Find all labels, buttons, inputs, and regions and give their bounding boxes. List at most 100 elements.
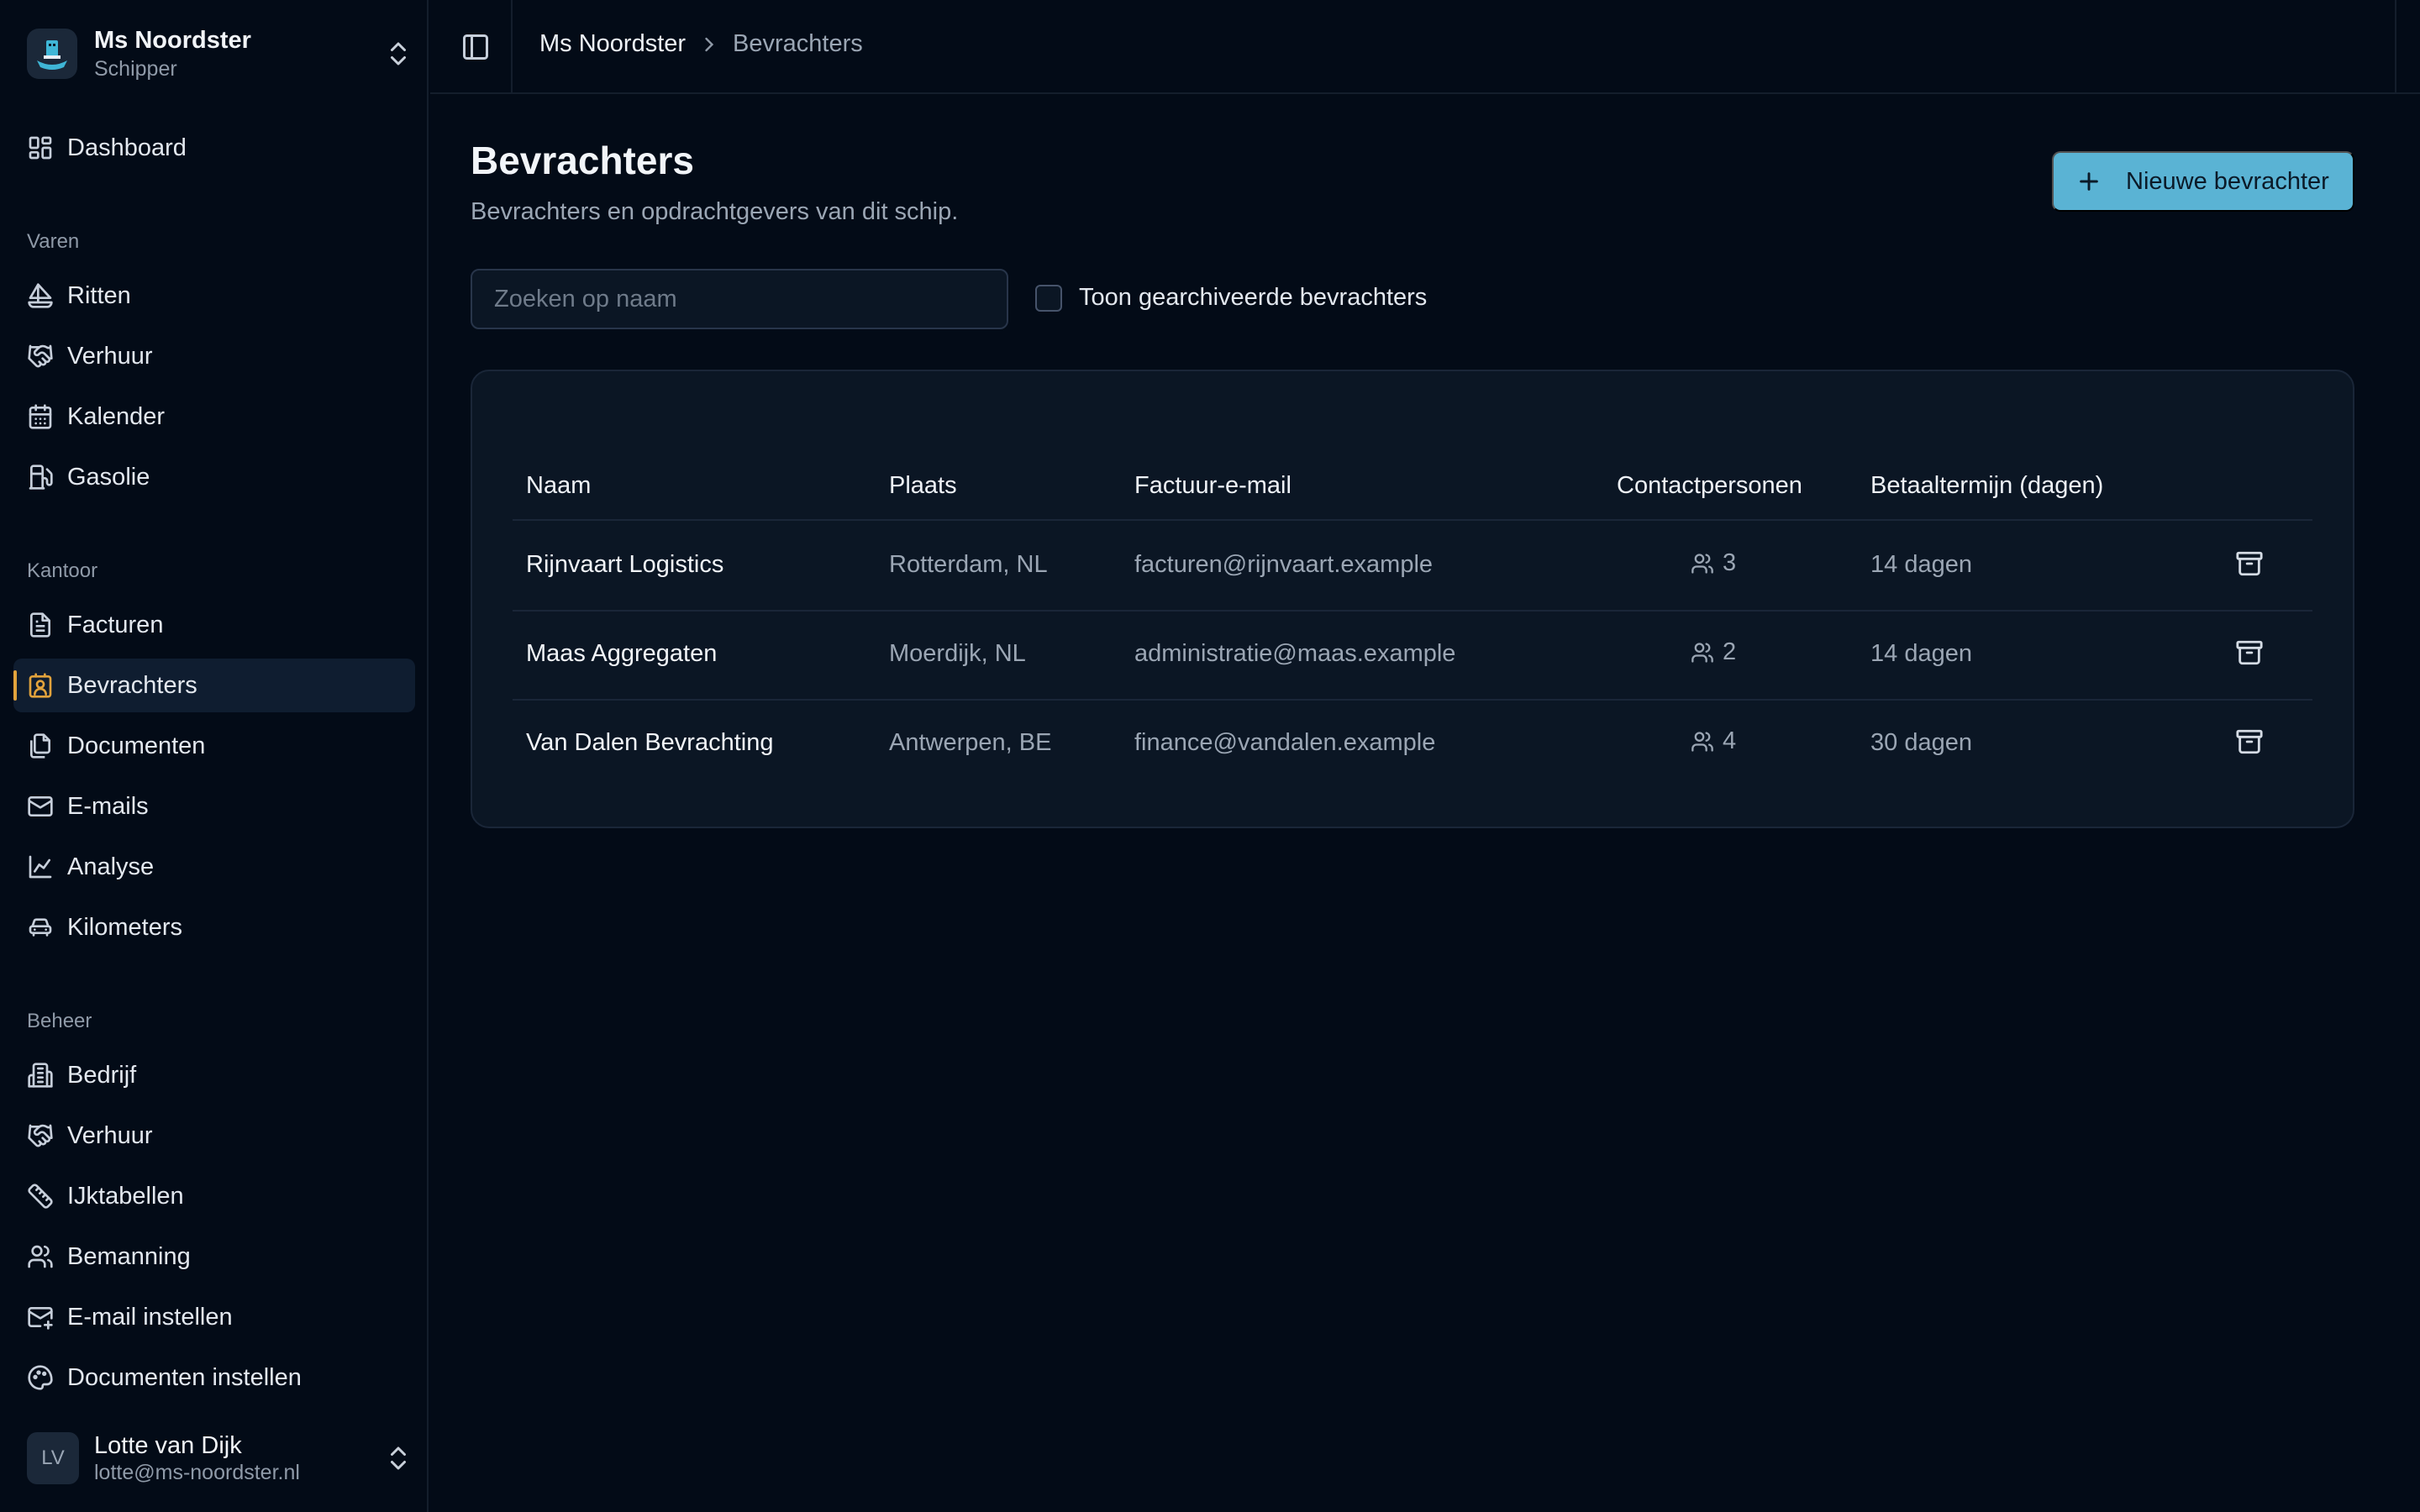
nav-item-ijktabellen[interactable]: IJktabellen [13, 1169, 415, 1223]
chart-line-icon [27, 853, 54, 880]
contact-icon [27, 672, 54, 699]
users-icon [1691, 641, 1714, 664]
divider [2395, 0, 2396, 94]
calendar-icon [27, 403, 54, 430]
row-term: 30 dagen [1870, 729, 1972, 756]
show-archived-label: Toon gearchiveerde bevrachters [1079, 284, 1428, 311]
row-term: 14 dagen [1870, 640, 1972, 667]
page-subtitle: Bevrachters en opdrachtgevers van dit sc… [471, 198, 959, 225]
nav-label: E-mail instellen [67, 1303, 233, 1331]
nav-label: E-mails [67, 792, 149, 820]
row-contacts-count: 4 [1723, 727, 1737, 754]
show-archived-toggle[interactable]: Toon gearchiveerde bevrachters [1035, 284, 1427, 312]
files-icon [27, 732, 54, 759]
nav-label: Documenten [67, 732, 206, 759]
show-archived-checkbox[interactable] [1035, 284, 1062, 312]
mail-plus-icon [27, 1304, 54, 1331]
row-contacts-count: 3 [1723, 549, 1737, 576]
nav-item-kalender[interactable]: Kalender [13, 390, 415, 444]
column-header-contactpersonen: Contactpersonen [1617, 472, 1802, 499]
sidebar-toggle-icon[interactable] [460, 32, 491, 62]
nav-item-dashboard[interactable]: Dashboard [13, 121, 415, 175]
row-email: facturen@rijnvaart.example [1134, 551, 1434, 578]
chevrons-up-down-icon [383, 39, 413, 69]
row-name[interactable]: Maas Aggregaten [526, 640, 717, 668]
row-email: finance@vandalen.example [1134, 729, 1436, 756]
section-label-beheer: Beheer [27, 1010, 92, 1032]
sailboat-icon [27, 282, 54, 309]
nav-item-bedrijf[interactable]: Bedrijf [13, 1048, 415, 1102]
handshake-icon [27, 1122, 54, 1149]
users-icon [1691, 552, 1714, 575]
ship-switcher[interactable]: Ms Noordster Schipper [27, 24, 413, 84]
plus-icon [2075, 168, 2102, 195]
nav-label: Kalender [67, 402, 166, 430]
archive-icon[interactable] [2235, 549, 2264, 578]
nav-label: Documenten instellen [67, 1363, 302, 1391]
row-contacts: 4 [1691, 727, 1736, 755]
nav-item-documenten-instellen[interactable]: Documenten instellen [13, 1351, 415, 1404]
divider [513, 699, 2312, 701]
column-header-plaats: Plaats [889, 472, 957, 499]
new-bevrachter-button[interactable]: Nieuwe bevrachter [2052, 151, 2354, 212]
nav-item-gasolie[interactable]: Gasolie [13, 450, 415, 504]
car-icon [27, 914, 54, 941]
nav-label: Gasolie [67, 463, 150, 491]
avatar: LV [27, 1432, 79, 1484]
nav-item-facturen[interactable]: Facturen [13, 598, 415, 652]
row-term: 14 dagen [1870, 551, 1972, 578]
nav-label: Bemanning [67, 1242, 191, 1270]
nav-label: Bedrijf [67, 1061, 137, 1089]
row-contacts: 2 [1691, 638, 1736, 666]
row-name[interactable]: Rijnvaart Logistics [526, 551, 723, 579]
users-icon [1691, 730, 1714, 753]
nav-label: Verhuur [67, 342, 153, 370]
nav-item-bemanning[interactable]: Bemanning [13, 1230, 415, 1284]
row-place: Rotterdam, NL [889, 551, 1048, 578]
row-place: Moerdijk, NL [889, 640, 1026, 667]
chevron-right-icon [697, 33, 721, 56]
divider [513, 519, 2312, 521]
nav-item-analyse[interactable]: Analyse [13, 840, 415, 894]
nav-item-bevrachters[interactable]: Bevrachters [13, 659, 415, 712]
page-title: Bevrachters [471, 139, 694, 182]
nav-label: Dashboard [67, 134, 187, 161]
mail-icon [27, 793, 54, 820]
divider [513, 610, 2312, 612]
user-name: Lotte van Dijk [94, 1432, 242, 1459]
nav-item-verhuur-beheer[interactable]: Verhuur [13, 1109, 415, 1163]
nav-item-e-mails[interactable]: E-mails [13, 780, 415, 833]
ship-name: Ms Noordster [94, 27, 251, 54]
row-email: administratie@maas.example [1134, 640, 1456, 667]
nav-item-ritten[interactable]: Ritten [13, 269, 415, 323]
nav-label: Analyse [67, 853, 155, 880]
dashboard-icon [27, 134, 54, 161]
column-header-naam: Naam [526, 472, 592, 499]
row-name[interactable]: Van Dalen Bevrachting [526, 729, 773, 757]
column-header-betaaltermijn: Betaaltermijn (dagen) [1870, 472, 2104, 499]
building-icon [27, 1062, 54, 1089]
user-menu[interactable]: LV Lotte van Dijk lotte@ms-noordster.nl [27, 1428, 413, 1488]
archive-icon[interactable] [2235, 727, 2264, 756]
breadcrumb: Ms Noordster Bevrachters [539, 30, 863, 58]
section-label-varen: Varen [27, 230, 80, 253]
nav-item-documenten[interactable]: Documenten [13, 719, 415, 773]
handshake-icon [27, 343, 54, 370]
nav-label: Ritten [67, 281, 131, 309]
breadcrumb-ship[interactable]: Ms Noordster [539, 30, 686, 58]
nav-label: Verhuur [67, 1121, 153, 1149]
ship-role: Schipper [94, 57, 177, 81]
row-contacts-count: 2 [1723, 638, 1737, 665]
search-input[interactable] [471, 269, 1008, 329]
fuel-icon [27, 464, 54, 491]
archive-icon[interactable] [2235, 638, 2264, 667]
ruler-icon [27, 1183, 54, 1210]
nav-item-e-mail-instellen[interactable]: E-mail instellen [13, 1290, 415, 1344]
palette-icon [27, 1364, 54, 1391]
nav-label: Bevrachters [67, 671, 197, 699]
nav-label: Facturen [67, 611, 164, 638]
top-bar: Ms Noordster Bevrachters [430, 0, 2420, 94]
bevrachters-table: Naam Plaats Factuur-e-mail Contactperson… [471, 370, 2354, 828]
nav-item-kilometers[interactable]: Kilometers [13, 900, 415, 954]
nav-item-verhuur[interactable]: Verhuur [13, 329, 415, 383]
